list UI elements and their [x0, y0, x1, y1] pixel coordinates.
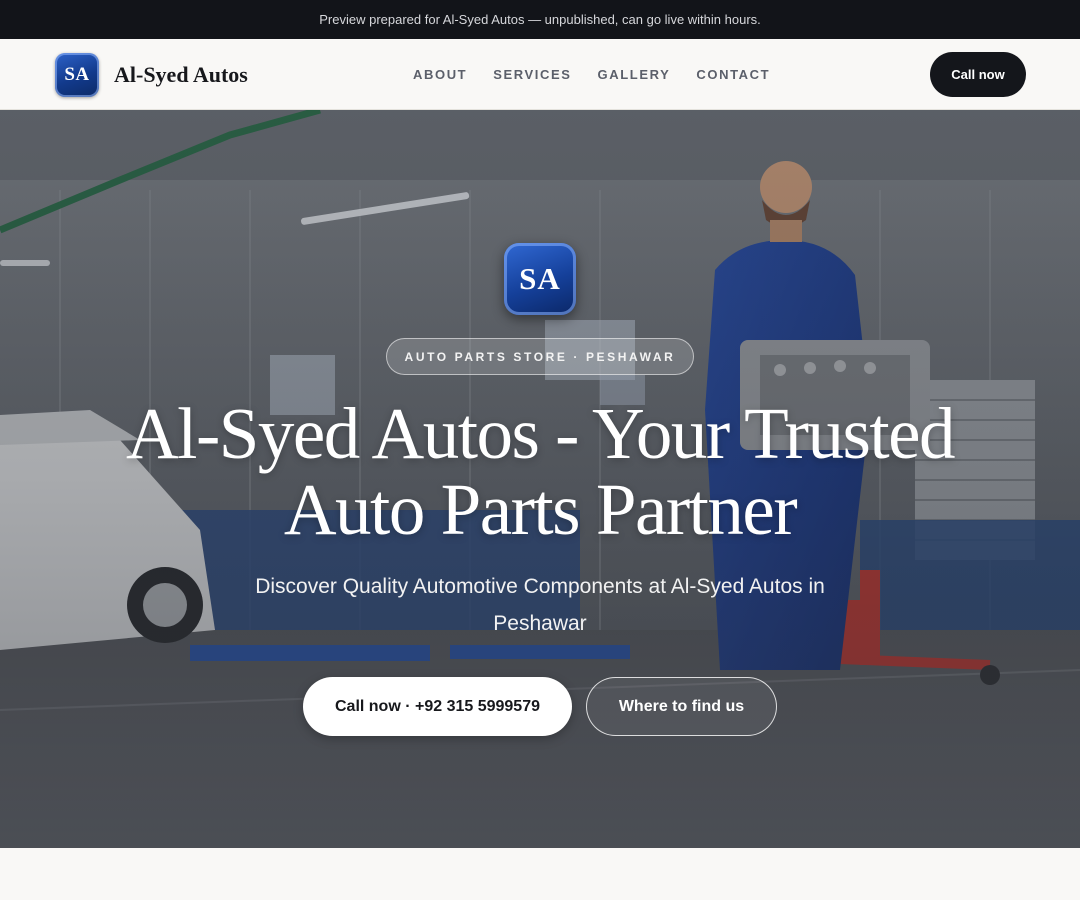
nav-contact[interactable]: CONTACT [696, 67, 770, 82]
preview-banner: Preview prepared for Al-Syed Autos — unp… [0, 0, 1080, 39]
next-section [0, 848, 1080, 900]
hero-eyebrow-badge: AUTO PARTS STORE · PESHAWAR [386, 338, 694, 375]
nav-about[interactable]: ABOUT [413, 67, 467, 82]
where-to-find-us-button[interactable]: Where to find us [586, 677, 777, 736]
call-now-button[interactable]: Call now · +92 315 5999579 [303, 677, 572, 736]
nav-gallery[interactable]: GALLERY [598, 67, 671, 82]
nav-services[interactable]: SERVICES [493, 67, 571, 82]
header-call-button[interactable]: Call now [930, 52, 1026, 97]
logo-initials: SA [64, 63, 90, 85]
brand-name: Al-Syed Autos [114, 61, 248, 87]
hero-title: Al-Syed Autos - Your Trusted Auto Parts … [125, 393, 956, 550]
brand-home-link[interactable]: SA Al-Syed Autos [55, 52, 248, 97]
hero-subtitle: Discover Quality Automotive Components a… [255, 575, 825, 635]
hero-logo-initials: SA [519, 261, 561, 296]
main-nav: ABOUT SERVICES GALLERY CONTACT [413, 39, 770, 109]
preview-banner-text: Preview prepared for Al-Syed Autos — unp… [319, 12, 761, 27]
logo-icon: SA [55, 52, 99, 97]
hero-logo-icon: SA [504, 243, 576, 315]
hero-section: SA AUTO PARTS STORE · PESHAWAR Al-Syed A… [0, 110, 1080, 848]
site-header: SA Al-Syed Autos ABOUT SERVICES GALLERY … [0, 39, 1080, 110]
